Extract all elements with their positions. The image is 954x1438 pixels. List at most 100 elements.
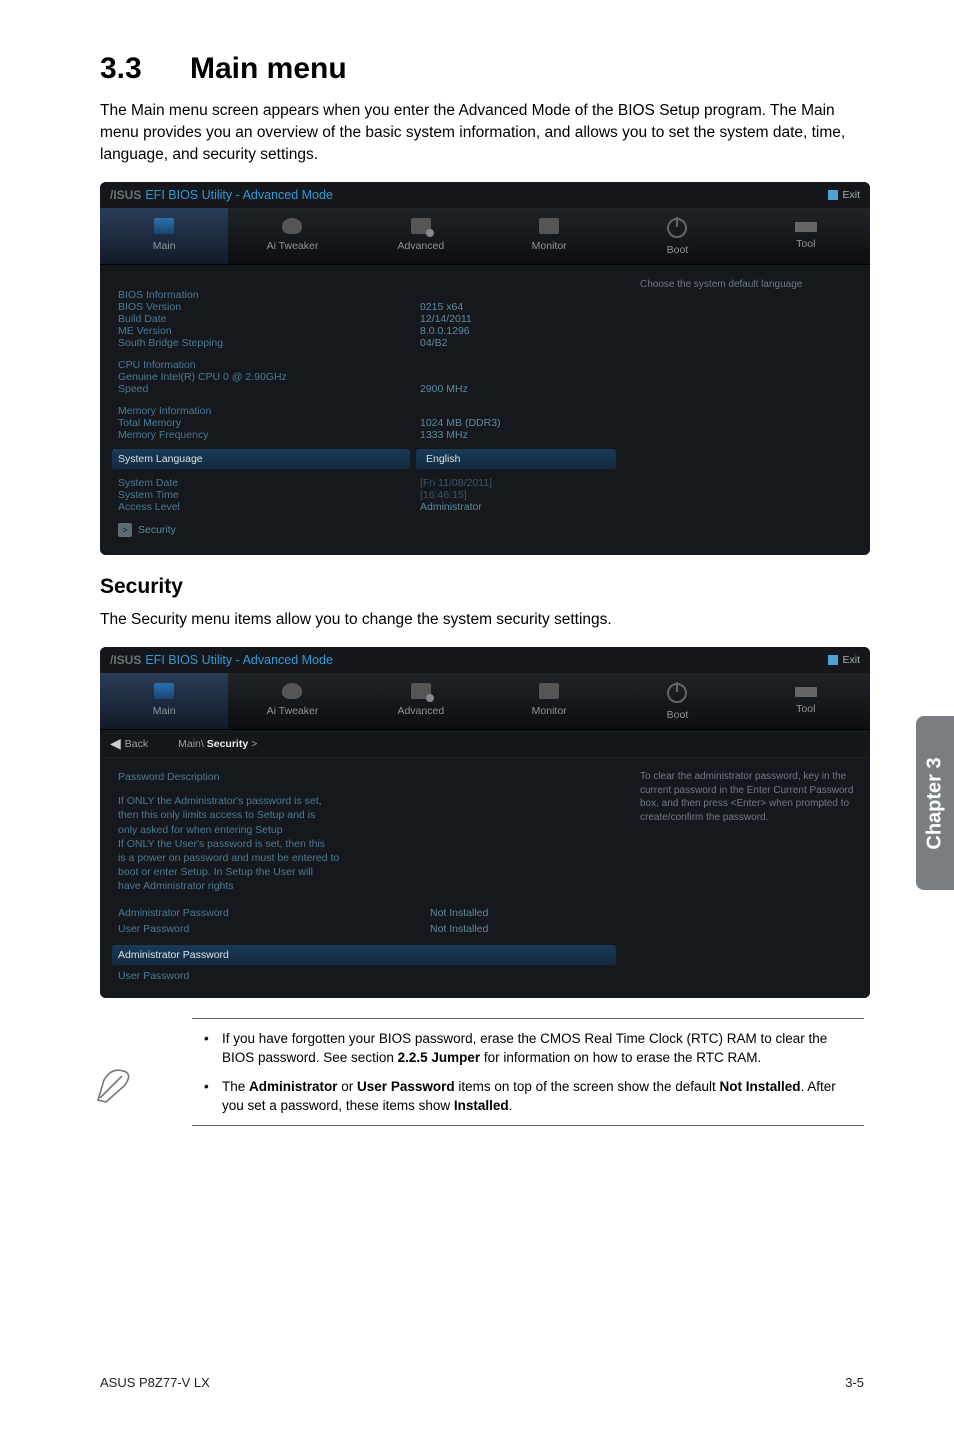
memory-freq-label: Memory Frequency <box>118 429 420 441</box>
note1-bold: 2.2.5 Jumper <box>398 1050 481 1065</box>
help-text-2: To clear the administrator password, key… <box>640 770 858 824</box>
section-title: Main menu <box>190 52 347 85</box>
exit-button-2[interactable]: Exit <box>828 654 860 666</box>
me-version-value: 8.0.0.1296 <box>420 325 610 337</box>
section-number: 3.3 <box>100 52 190 86</box>
boot-icon <box>667 218 687 238</box>
note2-m2: items on top of the screen show the defa… <box>455 1079 720 1094</box>
user-password-value: Not Installed <box>430 923 610 935</box>
admin-password-value: Not Installed <box>430 907 610 919</box>
pw-desc-3: only asked for when entering Setup <box>118 823 610 837</box>
bios-logo-2: /ISUS <box>110 653 141 667</box>
bios-titlebar-2: /ISUS EFI BIOS Utility - Advanced Mode E… <box>100 647 870 673</box>
memory-freq-value: 1333 MHz <box>420 429 610 441</box>
main-icon-2 <box>154 683 174 699</box>
cpu-speed-value: 2900 MHz <box>420 383 610 395</box>
total-memory-value: 1024 MB (DDR3) <box>420 417 610 429</box>
note2-post: . <box>509 1098 513 1113</box>
cpu-model: Genuine Intel(R) CPU 0 @ 2.90GHz <box>118 371 610 383</box>
admin-password-label: Administrator Password <box>118 907 430 919</box>
bios-titlebar: /ISUS EFI BIOS Utility - Advanced Mode E… <box>100 182 870 208</box>
system-date-label: System Date <box>118 477 420 489</box>
pw-desc-7: have Administrator rights <box>118 879 610 893</box>
pw-desc-6: boot or enter Setup. In Setup the User w… <box>118 865 610 879</box>
tab-tweaker-label: Ai Tweaker <box>267 240 319 252</box>
tab-main-2[interactable]: Main <box>100 673 228 729</box>
back-label[interactable]: Back <box>125 738 148 750</box>
tab-boot[interactable]: Boot <box>613 208 741 264</box>
administrator-password-field[interactable]: Administrator Password <box>112 945 616 965</box>
note2-m1: or <box>338 1079 358 1094</box>
user-password-field[interactable]: User Password <box>118 969 610 983</box>
security-submenu[interactable]: > Security <box>118 523 610 537</box>
exit-label-2: Exit <box>842 654 860 666</box>
security-submenu-label: Security <box>138 524 176 536</box>
tool-icon <box>795 222 817 232</box>
cpu-info-heading: CPU Information <box>118 359 610 371</box>
pw-desc-5: is a power on password and must be enter… <box>118 851 610 865</box>
advanced-icon <box>411 218 431 234</box>
tab-monitor-label-2: Monitor <box>532 705 567 717</box>
help-panel-2: To clear the administrator password, key… <box>628 758 870 998</box>
system-language-value[interactable]: English <box>416 449 616 469</box>
tab-monitor-label: Monitor <box>532 240 567 252</box>
crumb-main[interactable]: Main\ <box>178 738 204 750</box>
tab-advanced[interactable]: Advanced <box>357 208 485 264</box>
footer-left: ASUS P8Z77-V LX <box>100 1375 210 1390</box>
total-memory-label: Total Memory <box>118 417 420 429</box>
bios-logo: /ISUS <box>110 188 141 202</box>
sb-stepping-label: South Bridge Stepping <box>118 337 420 349</box>
note2-b2: User Password <box>357 1079 455 1094</box>
tab-monitor-2[interactable]: Monitor <box>485 673 613 729</box>
pw-desc-1: If ONLY the Administrator's password is … <box>118 794 610 808</box>
system-time-label: System Time <box>118 489 420 501</box>
tab-tool[interactable]: Tool <box>742 208 870 264</box>
exit-icon-2 <box>828 655 838 665</box>
bios-version-value: 0215 x64 <box>420 301 610 313</box>
system-date-value[interactable]: [Fri 11/08/2011] <box>420 477 610 489</box>
tab-main-label: Main <box>153 240 176 252</box>
exit-button[interactable]: Exit <box>828 189 860 201</box>
boot-icon-2 <box>667 683 687 703</box>
note-item-2: The Administrator or User Password items… <box>196 1077 860 1115</box>
security-intro: The Security menu items allow you to cha… <box>100 609 864 631</box>
tab-boot-2[interactable]: Boot <box>613 673 741 729</box>
tweaker-icon-2 <box>282 683 302 699</box>
build-date-value: 12/14/2011 <box>420 313 610 325</box>
password-description-heading: Password Description <box>118 770 610 784</box>
page-footer: ASUS P8Z77-V LX 3-5 <box>100 1375 864 1390</box>
advanced-icon-2 <box>411 683 431 699</box>
tab-ai-tweaker-2[interactable]: Ai Tweaker <box>228 673 356 729</box>
bios-security-screenshot: /ISUS EFI BIOS Utility - Advanced Mode E… <box>100 647 870 998</box>
tab-main[interactable]: Main <box>100 208 228 264</box>
access-level-label: Access Level <box>118 501 420 513</box>
bios-main-screenshot: /ISUS EFI BIOS Utility - Advanced Mode E… <box>100 182 870 555</box>
back-arrow-icon[interactable]: ◀ <box>110 735 121 752</box>
tab-tool-2[interactable]: Tool <box>742 673 870 729</box>
intro-paragraph: The Main menu screen appears when you en… <box>100 100 864 166</box>
crumb-security: Security <box>207 738 248 750</box>
tab-ai-tweaker[interactable]: Ai Tweaker <box>228 208 356 264</box>
tab-main-label-2: Main <box>153 705 176 717</box>
note1-post: for information on how to erase the RTC … <box>480 1050 761 1065</box>
crumb-gt: > <box>251 738 257 750</box>
exit-label: Exit <box>842 189 860 201</box>
pencil-icon <box>92 1060 138 1106</box>
breadcrumb-row: ◀ Back Main\ Security > <box>100 730 870 758</box>
tab-advanced-2[interactable]: Advanced <box>357 673 485 729</box>
bios-version-label: BIOS Version <box>118 301 420 313</box>
note2-b3: Not Installed <box>720 1079 801 1094</box>
me-version-label: ME Version <box>118 325 420 337</box>
main-icon <box>154 218 174 234</box>
system-time-value[interactable]: [16:46:15] <box>420 489 610 501</box>
help-text: Choose the system default language <box>640 279 858 290</box>
chapter-side-label: Chapter 3 <box>924 757 947 849</box>
help-panel: Choose the system default language <box>628 265 870 555</box>
pw-desc-4: If ONLY the User's password is set, then… <box>118 837 610 851</box>
footer-right: 3-5 <box>845 1375 864 1390</box>
bios-info-heading: BIOS Information <box>118 289 610 301</box>
system-language-label[interactable]: System Language <box>112 449 410 469</box>
tab-monitor[interactable]: Monitor <box>485 208 613 264</box>
note-item-1: If you have forgotten your BIOS password… <box>196 1029 860 1067</box>
section-heading: 3.3Main menu <box>100 52 864 86</box>
